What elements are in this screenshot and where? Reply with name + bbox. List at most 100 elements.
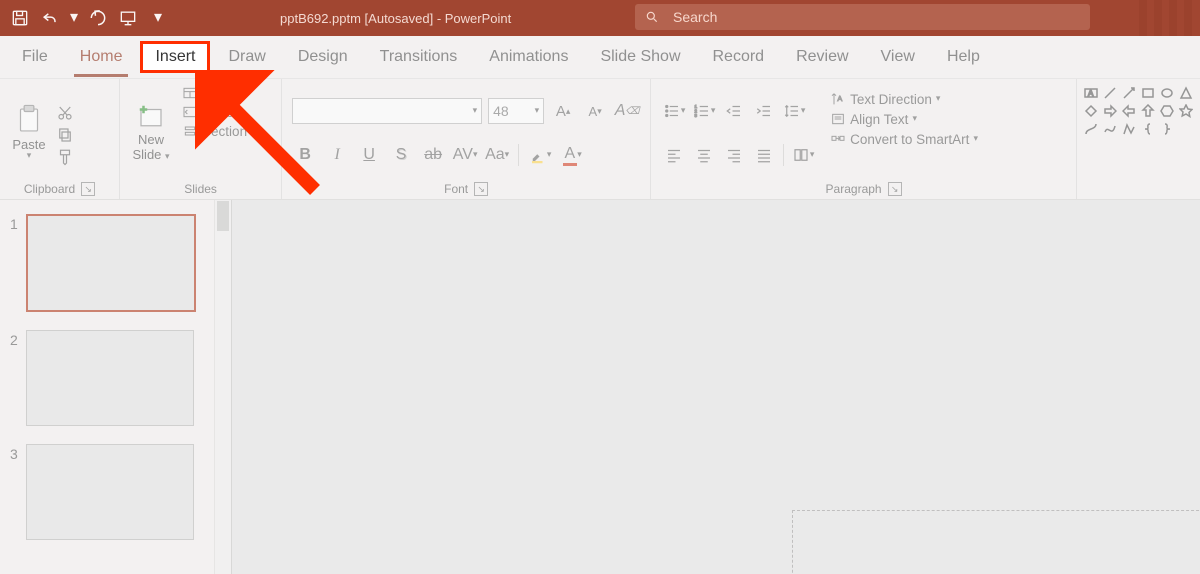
layout-label: Layout — [202, 86, 243, 101]
tab-file[interactable]: File — [8, 42, 62, 72]
group-slides: New Slide ▾ Layout ▾ Reset Section ▾ — [120, 79, 282, 199]
ribbon: Paste ▾ Clipboard ↘ New Slide ▾ — [0, 79, 1200, 200]
numbering-button[interactable]: 123▾ — [691, 98, 717, 124]
increase-font-icon[interactable]: A▴ — [550, 98, 576, 124]
paragraph-dialog-launcher[interactable]: ↘ — [888, 182, 902, 196]
increase-indent-button[interactable] — [751, 98, 777, 124]
triangle-icon[interactable] — [1178, 85, 1194, 101]
columns-button[interactable]: ▾ — [790, 142, 816, 168]
group-label-font: Font — [444, 182, 468, 196]
underline-button[interactable]: U — [356, 142, 382, 168]
cut-icon[interactable] — [56, 104, 74, 122]
align-text-label: Align Text — [850, 112, 908, 127]
clear-formatting-icon[interactable]: A⌫ — [614, 98, 640, 124]
section-icon — [182, 123, 198, 139]
group-font: ▾ 48▾ A▴ A▾ A⌫ B I U S ab AV▾ Aa▾ ▾ A▾ F… — [282, 79, 651, 199]
quick-access-toolbar: ▾ ▾ — [0, 8, 168, 28]
align-left-button[interactable] — [661, 142, 687, 168]
new-slide-label-1: New — [138, 132, 164, 147]
tab-home[interactable]: Home — [66, 42, 137, 72]
font-size-combo[interactable]: 48▾ — [488, 98, 544, 124]
tab-view[interactable]: View — [867, 42, 929, 72]
line-icon[interactable] — [1102, 85, 1118, 101]
brace-right-icon[interactable] — [1159, 121, 1175, 137]
arrow-up-icon[interactable] — [1140, 103, 1156, 119]
star-icon[interactable] — [1178, 103, 1194, 119]
shadow-button[interactable]: S — [388, 142, 414, 168]
thumbnails-scrollbar[interactable] — [214, 200, 231, 574]
justify-button[interactable] — [751, 142, 777, 168]
new-slide-button[interactable]: New Slide ▾ — [126, 83, 176, 180]
hexagon-icon[interactable] — [1159, 103, 1175, 119]
tab-help[interactable]: Help — [933, 42, 994, 72]
save-icon[interactable] — [10, 8, 30, 28]
search-placeholder: Search — [673, 9, 717, 25]
arrow-right-icon[interactable] — [1102, 103, 1118, 119]
tab-insert[interactable]: Insert — [140, 41, 210, 73]
align-text-button[interactable]: Align Text▾ — [830, 111, 978, 127]
group-label-clipboard: Clipboard — [24, 182, 75, 196]
thumbnail-1[interactable]: 1 — [0, 200, 231, 316]
thumbnail-2[interactable]: 2 — [0, 316, 231, 430]
align-center-button[interactable] — [691, 142, 717, 168]
tab-draw[interactable]: Draw — [214, 42, 279, 72]
ribbon-tabs: File Home Insert Draw Design Transitions… — [0, 36, 1200, 79]
brace-left-icon[interactable] — [1140, 121, 1156, 137]
copy-icon[interactable] — [56, 126, 74, 144]
decrease-font-icon[interactable]: A▾ — [582, 98, 608, 124]
diamond-icon[interactable] — [1083, 103, 1099, 119]
search-box[interactable]: Search — [635, 4, 1090, 30]
text-direction-label: Text Direction — [850, 92, 932, 107]
font-color-button[interactable]: A▾ — [559, 142, 585, 168]
undo-icon[interactable] — [40, 8, 60, 28]
change-case-button[interactable]: Aa▾ — [484, 142, 510, 168]
tab-transitions[interactable]: Transitions — [366, 42, 472, 72]
redo-icon[interactable] — [88, 8, 108, 28]
bold-button[interactable]: B — [292, 142, 318, 168]
slide-editor[interactable]: Click to add title — [232, 200, 1200, 574]
present-from-start-icon[interactable] — [118, 8, 138, 28]
strikethrough-button[interactable]: ab — [420, 142, 446, 168]
thumbnail-preview — [26, 444, 194, 540]
character-spacing-button[interactable]: AV▾ — [452, 142, 478, 168]
highlight-color-button[interactable]: ▾ — [527, 142, 553, 168]
clipboard-dialog-launcher[interactable]: ↘ — [81, 182, 95, 196]
tab-review[interactable]: Review — [782, 42, 862, 72]
curve-icon[interactable] — [1102, 121, 1118, 137]
font-dialog-launcher[interactable]: ↘ — [474, 182, 488, 196]
thumbnail-3[interactable]: 3 — [0, 430, 231, 544]
convert-smartart-label: Convert to SmartArt — [850, 132, 969, 147]
connector-icon[interactable] — [1083, 121, 1099, 137]
arrow-left-icon[interactable] — [1121, 103, 1137, 119]
title-placeholder[interactable]: Click to add title — [792, 510, 1200, 574]
tab-slideshow[interactable]: Slide Show — [586, 42, 694, 72]
align-right-button[interactable] — [721, 142, 747, 168]
bullets-button[interactable]: ▾ — [661, 98, 687, 124]
format-painter-icon[interactable] — [56, 148, 74, 166]
tab-record[interactable]: Record — [699, 42, 779, 72]
paste-button[interactable]: Paste ▾ — [6, 83, 52, 180]
oval-icon[interactable] — [1159, 85, 1175, 101]
font-name-combo[interactable]: ▾ — [292, 98, 482, 124]
svg-text:3: 3 — [694, 113, 697, 118]
undo-dropdown-icon[interactable]: ▾ — [70, 7, 78, 27]
search-icon — [645, 10, 659, 24]
decrease-indent-button[interactable] — [721, 98, 747, 124]
text-direction-button[interactable]: A Text Direction▾ — [830, 91, 978, 107]
layout-button[interactable]: Layout ▾ — [182, 85, 256, 101]
rectangle-icon[interactable] — [1140, 85, 1156, 101]
qat-customize-icon[interactable]: ▾ — [148, 7, 168, 27]
line-spacing-button[interactable]: ▾ — [781, 98, 807, 124]
line-arrow-icon[interactable] — [1121, 85, 1137, 101]
section-button[interactable]: Section ▾ — [182, 123, 256, 139]
textbox-icon[interactable]: A — [1083, 85, 1099, 101]
italic-button[interactable]: I — [324, 142, 350, 168]
convert-smartart-button[interactable]: Convert to SmartArt▾ — [830, 131, 978, 147]
reset-button[interactable]: Reset — [182, 104, 256, 120]
tab-design[interactable]: Design — [284, 42, 362, 72]
freeform-icon[interactable] — [1121, 121, 1137, 137]
window-decor — [1139, 0, 1192, 36]
shapes-gallery[interactable]: A — [1083, 83, 1194, 139]
tab-animations[interactable]: Animations — [475, 42, 582, 72]
reset-icon — [182, 104, 198, 120]
